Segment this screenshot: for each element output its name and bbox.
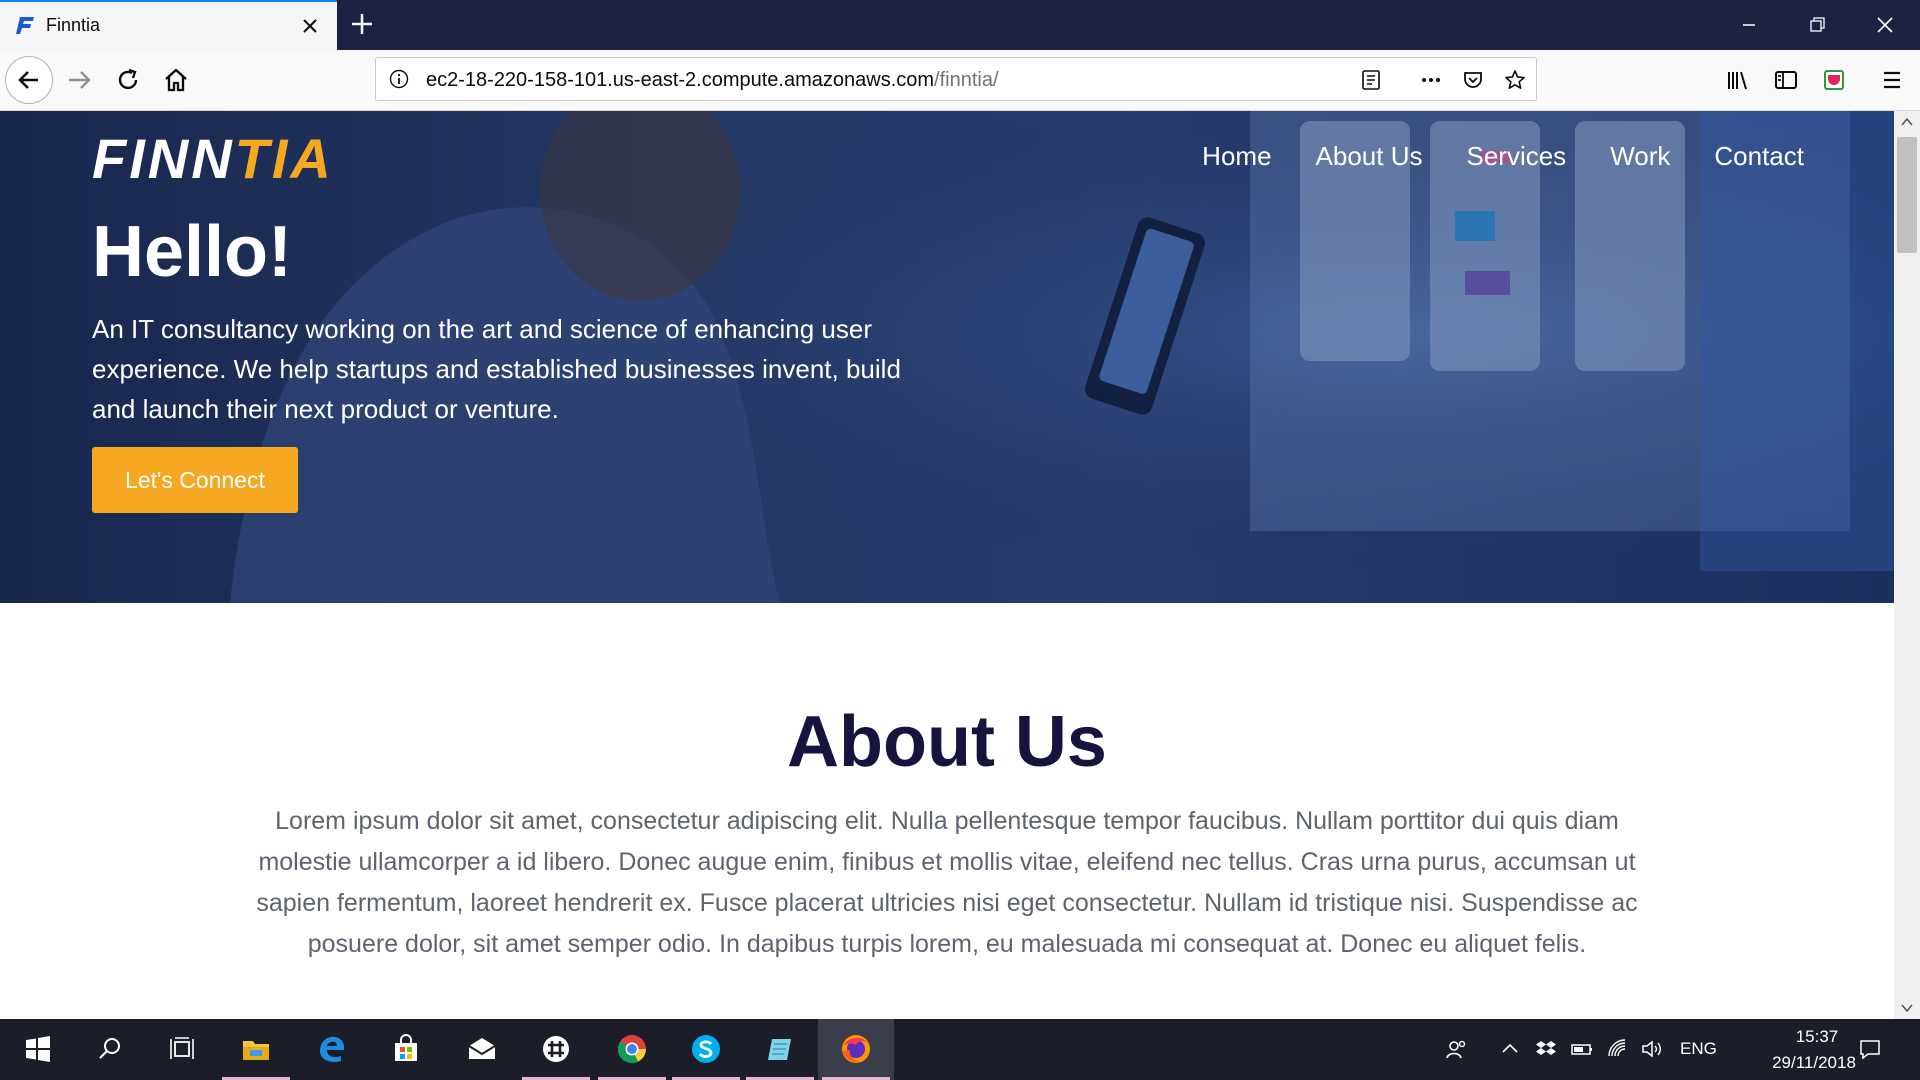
skype-icon (692, 1035, 720, 1063)
taskbar-edge[interactable] (294, 1019, 370, 1080)
url-host: ec2-18-220-158-101.us-east-2.compute.ama… (426, 69, 935, 91)
taskbar-store[interactable] (368, 1019, 444, 1080)
site-info-icon[interactable] (388, 68, 410, 90)
nav-home[interactable]: Home (1202, 141, 1271, 172)
page-actions-icon[interactable] (1419, 68, 1443, 92)
volume-icon[interactable] (1640, 1037, 1664, 1061)
input-language[interactable]: ENG (1680, 1039, 1717, 1059)
logo-part1: FINN (92, 127, 235, 190)
taskbar-skype[interactable] (668, 1019, 744, 1080)
reload-icon[interactable] (110, 62, 146, 98)
url-text[interactable]: ec2-18-220-158-101.us-east-2.compute.ama… (426, 69, 999, 92)
url-bar[interactable]: ec2-18-220-158-101.us-east-2.compute.ama… (375, 57, 1537, 101)
people-icon[interactable] (1444, 1037, 1468, 1061)
scrollbar-thumb[interactable] (1897, 137, 1917, 253)
home-icon[interactable] (158, 62, 194, 98)
hero-description: An IT consultancy working on the art and… (92, 314, 901, 424)
file-explorer-icon (243, 1041, 269, 1060)
task-view-button[interactable] (144, 1019, 220, 1080)
battery-icon[interactable] (1570, 1037, 1594, 1061)
library-icon[interactable] (1720, 62, 1756, 98)
taskbar-chrome[interactable] (594, 1019, 670, 1080)
reader-view-icon[interactable] (1359, 68, 1383, 92)
logo-part2: TIA (234, 127, 334, 190)
action-center-icon[interactable] (1858, 1037, 1882, 1061)
nav-contact[interactable]: Contact (1714, 141, 1804, 172)
sidebar-icon[interactable] (1768, 62, 1804, 98)
store-icon (395, 1034, 417, 1061)
restore-icon[interactable] (1806, 14, 1828, 36)
about-us-heading: About Us (787, 702, 1107, 782)
taskbar-search[interactable] (72, 1019, 148, 1080)
about-us-text: Lorem ipsum dolor sit amet, consectetur … (256, 807, 1638, 958)
site-navigation: Home About Us Services Work Contact (1202, 141, 1804, 172)
menu-icon[interactable] (1874, 62, 1910, 98)
arrow-left-icon (18, 71, 38, 89)
tab-title: Finntia (46, 15, 101, 35)
finntia-favicon-icon (16, 17, 34, 34)
firefox-icon (842, 1035, 870, 1063)
vertical-scrollbar[interactable] (1894, 111, 1920, 1019)
slack-icon (543, 1036, 569, 1062)
new-tab-icon[interactable] (350, 12, 374, 36)
clock-time[interactable]: 15:37 (1762, 1027, 1872, 1047)
mail-icon (468, 1038, 496, 1059)
nav-work[interactable]: Work (1610, 141, 1670, 172)
taskbar-slack[interactable] (518, 1019, 594, 1080)
forward-icon[interactable] (62, 62, 98, 98)
taskbar-file-explorer[interactable] (218, 1019, 294, 1080)
taskbar-mail[interactable] (444, 1019, 520, 1080)
edge-icon (320, 1036, 345, 1062)
pocket-extension-icon[interactable] (1816, 62, 1852, 98)
notepad-icon (768, 1039, 791, 1060)
search-icon (99, 1038, 120, 1059)
scroll-up-icon[interactable] (1901, 117, 1913, 127)
bookmark-star-icon[interactable] (1503, 68, 1527, 92)
url-path: /finntia/ (934, 69, 999, 91)
chrome-icon (617, 1035, 646, 1064)
lets-connect-button[interactable]: Let's Connect (92, 447, 298, 513)
start-button[interactable] (0, 1019, 76, 1080)
site-logo[interactable]: FINNTIA (92, 131, 334, 187)
hero-title: Hello! (92, 212, 293, 292)
task-view-icon (170, 1037, 194, 1059)
scroll-down-icon[interactable] (1901, 1003, 1913, 1013)
pocket-icon[interactable] (1461, 68, 1485, 92)
windows-logo-icon (26, 1036, 50, 1062)
windows-taskbar: ENG 15:37 29/11/2018 (0, 1019, 1920, 1080)
back-button[interactable] (5, 56, 53, 104)
hero-section: FINNTIA Home About Us Services Work Cont… (0, 111, 1894, 603)
wifi-icon[interactable] (1606, 1037, 1630, 1061)
taskbar-notepad[interactable] (742, 1019, 818, 1080)
browser-tab[interactable]: Finntia (0, 0, 337, 50)
taskbar-firefox[interactable] (818, 1019, 894, 1080)
navigation-toolbar: ec2-18-220-158-101.us-east-2.compute.ama… (0, 50, 1920, 111)
show-hidden-icons-icon[interactable] (1498, 1037, 1522, 1061)
dropbox-icon[interactable] (1534, 1037, 1558, 1061)
minimize-icon[interactable] (1738, 14, 1760, 36)
page-viewport: FINNTIA Home About Us Services Work Cont… (0, 111, 1894, 1019)
close-window-icon[interactable] (1874, 14, 1896, 36)
nav-services[interactable]: Services (1466, 141, 1566, 172)
close-tab-icon[interactable] (300, 16, 320, 36)
tab-strip: Finntia (0, 0, 1920, 50)
nav-about-us[interactable]: About Us (1316, 141, 1423, 172)
